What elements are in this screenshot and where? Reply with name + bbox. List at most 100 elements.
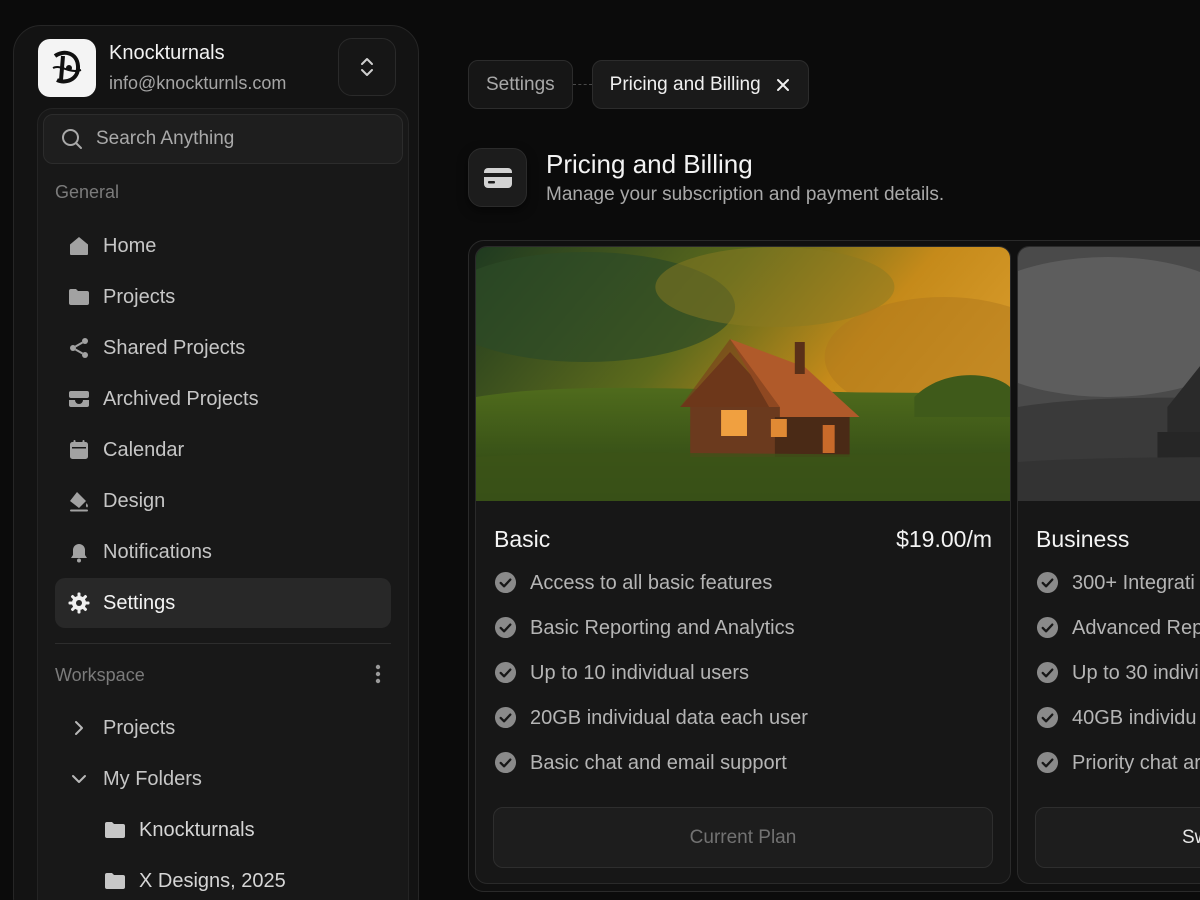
feature-text: Basic chat and email support xyxy=(530,752,787,774)
check-circle-icon xyxy=(494,751,517,774)
sidebar-item-design[interactable]: Design xyxy=(55,476,391,526)
plan-image-house xyxy=(476,247,1010,501)
check-circle-icon xyxy=(1036,706,1059,729)
sidebar: Knockturnals info@knockturnls.com Search… xyxy=(13,25,419,900)
sidebar-item-label: Calendar xyxy=(103,438,185,461)
breadcrumb-settings[interactable]: Settings xyxy=(468,60,573,109)
check-circle-icon xyxy=(1036,661,1059,684)
breadcrumb: Settings Pricing and Billing xyxy=(468,60,809,109)
workspace-item-label: My Folders xyxy=(103,767,202,790)
sidebar-item-settings[interactable]: Settings xyxy=(55,578,391,628)
sidebar-item-label: Shared Projects xyxy=(103,336,246,359)
home-icon xyxy=(67,234,91,258)
account-name: Knockturnals xyxy=(109,42,225,64)
workspace-more-button[interactable] xyxy=(368,661,388,687)
plan-features: 300+ Integrati Advanced Rep Up to 30 ind… xyxy=(1036,571,1200,796)
calendar-icon xyxy=(67,438,91,462)
breadcrumb-label: Pricing and Billing xyxy=(609,73,761,95)
current-plan-button[interactable]: Current Plan xyxy=(493,807,993,868)
account-email: info@knockturnls.com xyxy=(109,73,287,93)
folder-item-label: Knockturnals xyxy=(139,818,255,841)
sidebar-item-label: Projects xyxy=(103,285,176,308)
list-item: Up to 30 indivi xyxy=(1036,661,1200,706)
sidebar-item-archived-projects[interactable]: Archived Projects xyxy=(55,374,391,424)
plan-name: Business xyxy=(1036,526,1130,552)
list-item: Advanced Rep xyxy=(1036,616,1200,661)
sidebar-item-label: Design xyxy=(103,489,166,512)
bell-icon xyxy=(67,540,91,564)
feature-text: Up to 30 indivi xyxy=(1072,662,1199,684)
list-item: 20GB individual data each user xyxy=(494,706,808,751)
feature-text: Access to all basic features xyxy=(530,572,773,594)
folder-item-knockturnals[interactable]: Knockturnals xyxy=(91,805,391,855)
plan-features: Access to all basic features Basic Repor… xyxy=(494,571,808,796)
search-placeholder: Search Anything xyxy=(96,128,235,149)
feature-text: Up to 10 individual users xyxy=(530,662,750,684)
page-header: Pricing and Billing Manage your subscrip… xyxy=(468,148,944,207)
chevron-down-icon xyxy=(67,767,91,791)
check-circle-icon xyxy=(494,616,517,639)
list-item: 300+ Integrati xyxy=(1036,571,1200,616)
plan-image-house-grayscale xyxy=(1018,247,1200,501)
sidebar-divider xyxy=(55,643,391,644)
plan-card-basic: Basic $19.00/m Access to all basic featu… xyxy=(475,246,1011,884)
search-input[interactable]: Search Anything xyxy=(43,114,403,164)
breadcrumb-connector xyxy=(572,84,592,85)
sidebar-item-projects[interactable]: Projects xyxy=(55,272,391,322)
feature-text: Priority chat ar xyxy=(1072,752,1200,774)
page-subtitle: Manage your subscription and payment det… xyxy=(546,184,945,205)
paint-bucket-icon xyxy=(67,489,91,513)
section-label-general: General xyxy=(55,182,120,202)
plan-name: Basic xyxy=(494,526,551,552)
app-window: Knockturnals info@knockturnls.com Search… xyxy=(0,0,1200,900)
folder-item-x-designs[interactable]: X Designs, 2025 xyxy=(91,856,391,900)
check-circle-icon xyxy=(494,661,517,684)
check-circle-icon xyxy=(1036,751,1059,774)
list-item: Priority chat ar xyxy=(1036,751,1200,796)
feature-text: Basic Reporting and Analytics xyxy=(530,617,795,639)
list-item: Up to 10 individual users xyxy=(494,661,808,706)
chevron-up-down-icon xyxy=(361,58,373,76)
gear-icon xyxy=(67,591,91,615)
credit-card-icon xyxy=(468,148,527,207)
folder-item-label: X Designs, 2025 xyxy=(139,869,286,892)
breadcrumb-pricing-billing[interactable]: Pricing and Billing xyxy=(591,60,809,109)
account-header: Knockturnals info@knockturnls.com xyxy=(38,38,408,98)
check-circle-icon xyxy=(494,571,517,594)
list-item: 40GB individu xyxy=(1036,706,1200,751)
list-item: Basic chat and email support xyxy=(494,751,808,796)
workspace-item-my-folders[interactable]: My Folders xyxy=(55,754,391,804)
plans-container: Basic $19.00/m Access to all basic featu… xyxy=(468,240,1200,892)
more-vertical-icon xyxy=(375,664,381,684)
feature-text: 20GB individual data each user xyxy=(530,707,808,729)
feature-text: 40GB individu xyxy=(1072,707,1197,729)
sidebar-item-notifications[interactable]: Notifications xyxy=(55,527,391,577)
switch-plan-button[interactable]: Sw xyxy=(1035,807,1200,868)
list-item: Basic Reporting and Analytics xyxy=(494,616,808,661)
section-label-workspace: Workspace xyxy=(55,665,145,685)
sidebar-item-calendar[interactable]: Calendar xyxy=(55,425,391,475)
page-title: Pricing and Billing xyxy=(546,149,753,179)
sidebar-item-label: Home xyxy=(103,234,157,257)
folder-icon xyxy=(103,818,127,842)
share-icon xyxy=(67,336,91,360)
list-item: Access to all basic features xyxy=(494,571,808,616)
avatar[interactable] xyxy=(38,39,96,97)
logo-icon xyxy=(52,50,82,84)
feature-text: Advanced Rep xyxy=(1072,617,1200,639)
folder-icon xyxy=(103,869,127,893)
chevron-right-icon xyxy=(67,716,91,740)
sidebar-item-shared-projects[interactable]: Shared Projects xyxy=(55,323,391,373)
sidebar-item-home[interactable]: Home xyxy=(55,221,391,271)
plan-card-business: Business 300+ Integrati Advanced Rep Up … xyxy=(1017,246,1200,884)
sidebar-item-label: Notifications xyxy=(103,540,212,563)
folder-icon xyxy=(67,285,91,309)
account-switcher-button[interactable] xyxy=(338,38,396,96)
workspace-item-projects[interactable]: Projects xyxy=(55,703,391,753)
check-circle-icon xyxy=(494,706,517,729)
close-icon[interactable] xyxy=(775,77,791,93)
sidebar-item-label: Settings xyxy=(103,591,176,614)
check-circle-icon xyxy=(1036,571,1059,594)
plan-price: $19.00/m xyxy=(896,526,992,552)
sidebar-item-label: Archived Projects xyxy=(103,387,259,410)
